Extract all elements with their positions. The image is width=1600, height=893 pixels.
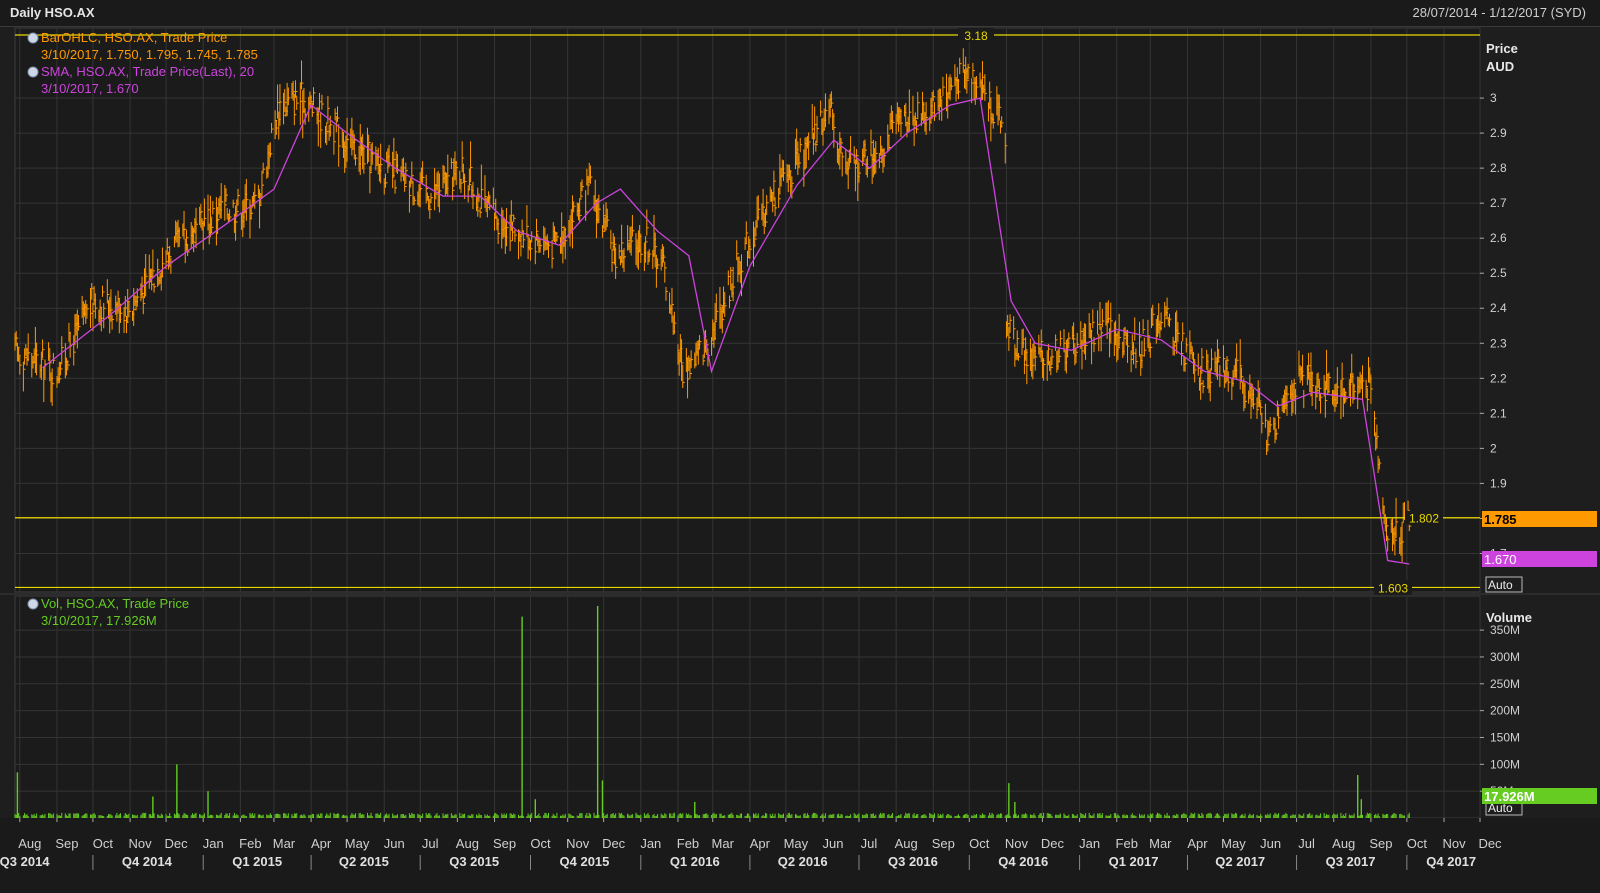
month-label: Aug xyxy=(895,836,918,851)
volume-tick-label: 200M xyxy=(1490,704,1520,718)
price-tick-label: 2.6 xyxy=(1490,231,1507,245)
quarter-label: Q3 2014 xyxy=(0,854,50,869)
month-label: Oct xyxy=(1407,836,1428,851)
price-tick-label: 2.9 xyxy=(1490,126,1507,140)
month-label: Nov xyxy=(566,836,590,851)
month-label: Jun xyxy=(823,836,844,851)
month-label: May xyxy=(345,836,370,851)
legend-info-icon xyxy=(27,32,39,44)
price-tick-label: 2.1 xyxy=(1490,406,1507,420)
quarter-label: Q4 2017 xyxy=(1426,854,1476,869)
quarter-label: Q3 2017 xyxy=(1326,854,1376,869)
month-label: Sep xyxy=(55,836,78,851)
quarter-label: Q1 2016 xyxy=(670,854,720,869)
quarter-label: Q2 2015 xyxy=(339,854,389,869)
month-label: Feb xyxy=(239,836,261,851)
month-label: Sep xyxy=(932,836,955,851)
volume-tick-label: 350M xyxy=(1490,623,1520,637)
chart-canvas[interactable]: PriceAUD1.71.81.922.12.22.32.42.52.62.72… xyxy=(0,0,1600,893)
quarter-label: Q1 2017 xyxy=(1109,854,1159,869)
month-label: Mar xyxy=(1149,836,1172,851)
price-tick-label: 2.2 xyxy=(1490,371,1507,385)
month-label: May xyxy=(1221,836,1246,851)
month-label: Dec xyxy=(1478,836,1502,851)
month-label: Aug xyxy=(18,836,41,851)
quarter-label: Q4 2014 xyxy=(122,854,173,869)
month-label: Mar xyxy=(712,836,735,851)
month-label: Dec xyxy=(164,836,188,851)
month-label: Aug xyxy=(456,836,479,851)
price-tick-label: 2.5 xyxy=(1490,266,1507,280)
price-tick-label: 2.4 xyxy=(1490,301,1507,315)
month-label: Jun xyxy=(1260,836,1281,851)
legend-label: Vol, HSO.AX, Trade Price xyxy=(41,596,189,611)
price-tick-label: 1.9 xyxy=(1490,476,1507,490)
legend-value: 3/10/2017, 1.750, 1.795, 1.745, 1.785 xyxy=(41,47,258,62)
month-label: Feb xyxy=(1116,836,1138,851)
quarter-label: Q1 2015 xyxy=(232,854,282,869)
volume-tick-label: 300M xyxy=(1490,650,1520,664)
month-label: Jul xyxy=(861,836,878,851)
price-axis-unit: AUD xyxy=(1486,59,1514,74)
month-label: Sep xyxy=(493,836,516,851)
month-label: May xyxy=(784,836,809,851)
price-tick-label: 3 xyxy=(1490,91,1497,105)
month-label: Jul xyxy=(422,836,439,851)
legend-label: SMA, HSO.AX, Trade Price(Last), 20 xyxy=(41,64,254,79)
quarter-label: Q3 2015 xyxy=(449,854,499,869)
quarter-label: Q2 2017 xyxy=(1215,854,1265,869)
month-label: Aug xyxy=(1332,836,1355,851)
legend-label: BarOHLC, HSO.AX, Trade Price xyxy=(41,30,227,45)
hline-label-resistance: 1.802 xyxy=(1409,512,1439,526)
legend-value: 3/10/2017, 17.926M xyxy=(41,613,157,628)
legend-info-icon xyxy=(27,66,39,78)
month-label: Apr xyxy=(311,836,332,851)
month-label: Mar xyxy=(273,836,296,851)
price-tick-label: 2.7 xyxy=(1490,196,1507,210)
month-label: Oct xyxy=(93,836,114,851)
month-label: Oct xyxy=(969,836,990,851)
month-label: Oct xyxy=(530,836,551,851)
month-label: Jan xyxy=(203,836,224,851)
legend-info-icon xyxy=(27,598,39,610)
volume-tick-label: 150M xyxy=(1490,730,1520,744)
quarter-label: Q4 2015 xyxy=(560,854,610,869)
last-price-value: 1.785 xyxy=(1484,512,1517,527)
auto-button-label: Auto xyxy=(1488,578,1513,592)
quarter-label: Q4 2016 xyxy=(998,854,1048,869)
volume-tick-label: 250M xyxy=(1490,677,1520,691)
sma-value: 1.670 xyxy=(1484,552,1517,567)
month-label: Dec xyxy=(1041,836,1065,851)
month-label: Sep xyxy=(1369,836,1392,851)
price-tick-label: 2.8 xyxy=(1490,161,1507,175)
price-axis-title: Price xyxy=(1486,41,1518,56)
quarter-label: Q2 2016 xyxy=(778,854,828,869)
price-auto-button[interactable]: Auto xyxy=(1485,576,1523,593)
month-label: Nov xyxy=(1005,836,1029,851)
legend-value: 3/10/2017, 1.670 xyxy=(41,81,139,96)
month-label: Nov xyxy=(129,836,153,851)
month-label: Dec xyxy=(602,836,626,851)
month-label: Nov xyxy=(1442,836,1466,851)
month-label: Jan xyxy=(640,836,661,851)
price-tick-label: 2.3 xyxy=(1490,336,1507,350)
hline-label-min: 1.603 xyxy=(1378,581,1408,595)
month-label: Jul xyxy=(1298,836,1315,851)
month-label: Feb xyxy=(677,836,699,851)
chart-window: Daily HSO.AX 28/07/2014 - 1/12/2017 (SYD… xyxy=(0,0,1600,893)
quarter-label: Q3 2016 xyxy=(888,854,938,869)
month-label: Apr xyxy=(1187,836,1208,851)
price-tick-label: 2 xyxy=(1490,441,1497,455)
month-label: Apr xyxy=(750,836,771,851)
volume-tick-label: 100M xyxy=(1490,757,1520,771)
last-volume-value: 17.926M xyxy=(1484,789,1535,804)
month-label: Jan xyxy=(1079,836,1100,851)
hline-label-max: 3.18 xyxy=(964,29,988,43)
month-label: Jun xyxy=(384,836,405,851)
